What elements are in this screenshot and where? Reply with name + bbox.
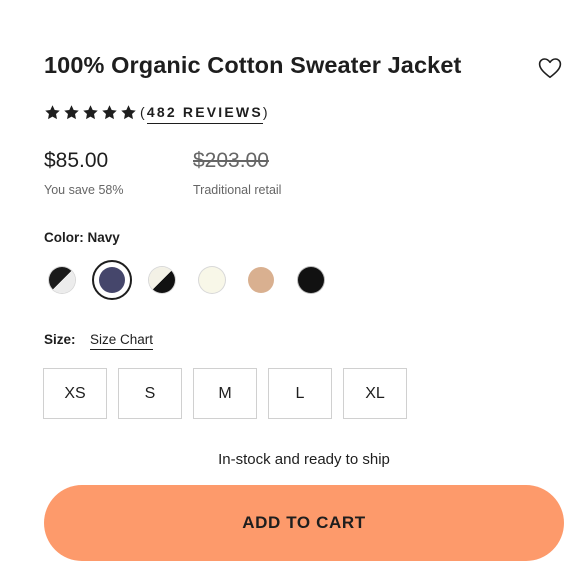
star-icon	[102, 104, 117, 119]
reviews-open-paren: (	[140, 104, 147, 120]
rating-row: (482 REVIEWS)	[44, 101, 270, 124]
reviews-count-label[interactable]: 482 REVIEWS	[146, 104, 263, 124]
color-swatch-white-black[interactable]	[149, 267, 175, 293]
navy-swatch-fill	[99, 267, 125, 293]
product-title: 100% Organic Cotton Sweater Jacket	[44, 52, 462, 78]
wishlist-heart-icon[interactable]	[538, 57, 562, 79]
size-option-s[interactable]: S	[118, 368, 182, 419]
retail-price: $203.00	[193, 149, 269, 172]
add-to-cart-button[interactable]: ADD TO CART	[44, 485, 564, 561]
size-option-l[interactable]: L	[268, 368, 332, 419]
sale-price: $85.00	[44, 149, 109, 172]
size-label: Size:	[44, 332, 76, 347]
color-label-prefix: Color:	[44, 230, 84, 245]
color-swatch-tan[interactable]	[248, 267, 274, 293]
retail-label: Traditional retail	[193, 183, 282, 197]
product-detail-panel: 100% Organic Cotton Sweater Jacket (482 …	[0, 0, 580, 580]
star-icon	[121, 104, 136, 119]
size-option-m[interactable]: M	[193, 368, 257, 419]
color-swatch-navy[interactable]	[92, 260, 132, 300]
star-rating	[44, 104, 137, 121]
color-label: Color: Navy	[44, 230, 120, 245]
star-icon	[83, 104, 98, 119]
star-icon	[64, 104, 79, 119]
size-chart-link[interactable]: Size Chart	[90, 332, 154, 350]
reviews-link[interactable]: (482 REVIEWS)	[140, 104, 270, 124]
color-swatch-ivory[interactable]	[199, 267, 225, 293]
stock-status: In-stock and ready to ship	[218, 451, 390, 468]
reviews-close-paren: )	[262, 104, 270, 120]
size-option-xl[interactable]: XL	[343, 368, 407, 419]
color-swatch-black-white[interactable]	[49, 267, 75, 293]
color-swatch-black[interactable]	[298, 267, 324, 293]
star-icon	[45, 104, 60, 119]
savings-text: You save 58%	[44, 183, 124, 197]
size-option-xs[interactable]: XS	[43, 368, 107, 419]
selected-color-name: Navy	[87, 230, 120, 245]
